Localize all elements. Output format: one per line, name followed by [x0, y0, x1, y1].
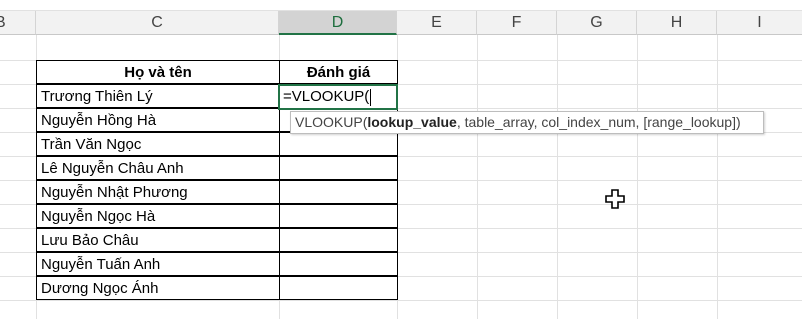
function-argument-tooltip[interactable]: VLOOKUP(lookup_value, table_array, col_i… — [290, 111, 764, 134]
rating-cell[interactable] — [279, 204, 398, 228]
column-header-g[interactable]: G — [557, 11, 637, 35]
column-header-d[interactable]: D — [279, 11, 397, 35]
tooltip-remaining-arguments: , table_array, col_index_num, [range_loo… — [456, 114, 741, 130]
name-cell[interactable]: Lưu Bảo Châu — [36, 228, 280, 252]
column-header-label: G — [590, 14, 603, 31]
name-cell[interactable]: Nguyễn Nhật Phương — [36, 180, 280, 204]
spreadsheet-grid[interactable]: B C D E F G H I Họ và tên Đánh giá Trươn… — [0, 0, 802, 319]
column-header-e[interactable]: E — [397, 11, 477, 35]
rating-cell[interactable] — [279, 252, 398, 276]
column-header-h[interactable]: H — [637, 11, 717, 35]
formula-text: =VLOOKUP( — [283, 88, 370, 105]
column-header-label: E — [431, 14, 442, 31]
name-cell[interactable]: Nguyễn Hồng Hà — [36, 108, 280, 132]
rating-cell[interactable] — [279, 156, 398, 180]
text-caret — [370, 88, 372, 106]
name-cell[interactable]: Nguyễn Ngọc Hà — [36, 204, 280, 228]
rating-cell[interactable] — [279, 276, 398, 300]
name-cell[interactable]: Dương Ngọc Ánh — [36, 276, 280, 300]
rating-cell[interactable] — [279, 180, 398, 204]
column-header-label: H — [670, 14, 683, 31]
tooltip-current-argument[interactable]: lookup_value — [367, 114, 456, 130]
column-header-f[interactable]: F — [477, 11, 557, 35]
column-header-label: F — [511, 14, 522, 31]
name-cell[interactable]: Trần Văn Ngọc — [36, 132, 280, 156]
gridline — [0, 300, 802, 301]
header-cell-rating[interactable]: Đánh giá — [279, 60, 398, 84]
column-header-i[interactable]: I — [717, 11, 802, 35]
name-cell[interactable]: Lê Nguyễn Châu Anh — [36, 156, 280, 180]
column-header-label: I — [757, 14, 762, 31]
rating-cell[interactable] — [279, 132, 398, 156]
column-header-b[interactable]: B — [0, 11, 36, 35]
column-header-label: B — [0, 14, 6, 31]
tooltip-function-name: VLOOKUP( — [295, 114, 368, 130]
name-cell[interactable]: Nguyễn Tuấn Anh — [36, 252, 280, 276]
column-header-label: C — [151, 14, 163, 31]
header-cell-name[interactable]: Họ và tên — [36, 60, 280, 84]
top-strip — [0, 0, 802, 11]
active-cell-editor[interactable]: =VLOOKUP( — [278, 84, 398, 110]
name-cell[interactable]: Trương Thiên Lý — [36, 84, 280, 108]
column-header-label: D — [331, 14, 344, 31]
rating-cell[interactable] — [279, 228, 398, 252]
column-header-c[interactable]: C — [36, 11, 279, 35]
cell-select-cross-icon — [605, 189, 625, 209]
